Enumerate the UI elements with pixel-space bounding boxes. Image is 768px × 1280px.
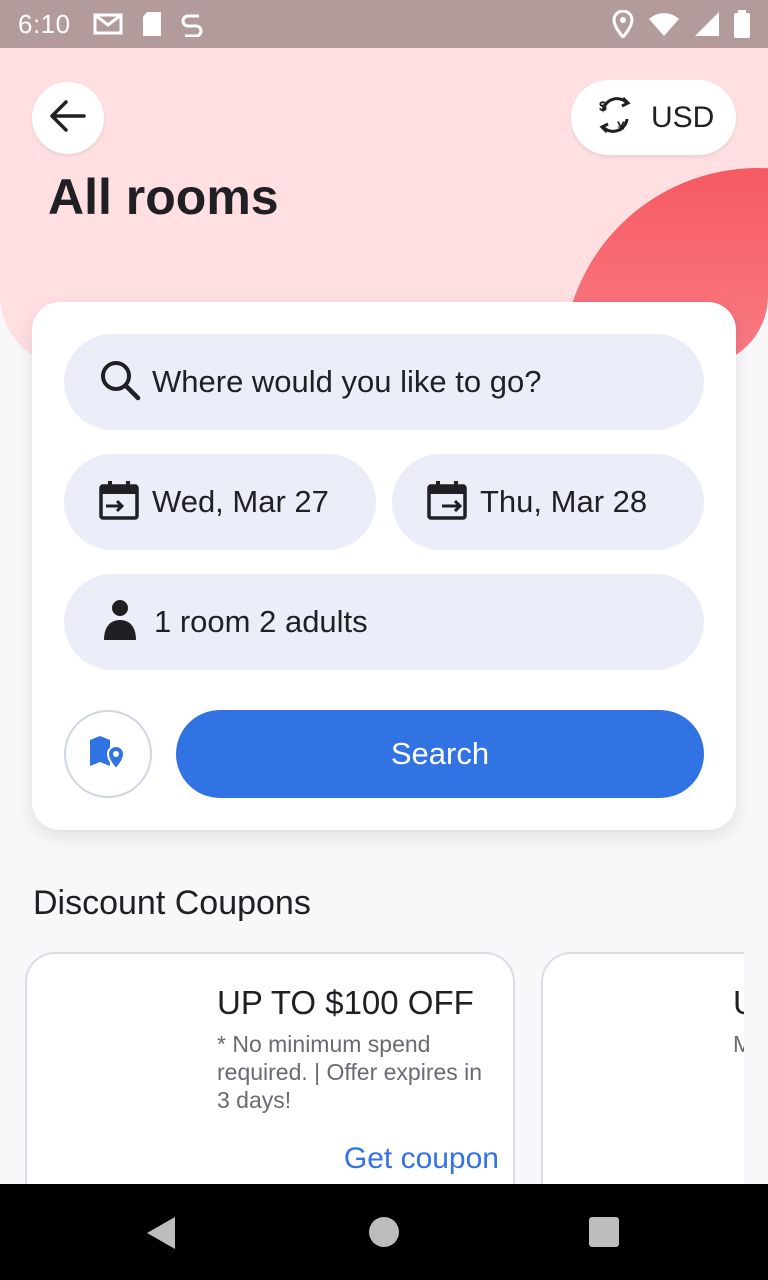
currency-exchange-icon: $ ¥ bbox=[595, 95, 635, 140]
back-button[interactable] bbox=[32, 82, 104, 154]
search-card: Where would you like to go? Wed, Mar 27 … bbox=[32, 302, 736, 830]
coupon-description: * No minimum spend required. | Offer exp… bbox=[217, 1031, 483, 1113]
checkout-date-field[interactable]: Thu, Mar 28 bbox=[392, 454, 704, 550]
coupon-title: UP TO $100 OFF bbox=[217, 984, 474, 1021]
calendar-checkin-icon bbox=[98, 479, 140, 526]
checkout-date: Thu, Mar 28 bbox=[480, 484, 648, 519]
coupon-carousel[interactable]: UP TO $100 OFF * No minimum spend requir… bbox=[0, 950, 744, 1184]
currency-label: USD bbox=[651, 100, 715, 134]
nav-home-button[interactable] bbox=[369, 1217, 399, 1247]
destination-field[interactable]: Where would you like to go? bbox=[64, 334, 704, 430]
checkin-date-field[interactable]: Wed, Mar 27 bbox=[64, 454, 376, 550]
wifi-icon bbox=[648, 11, 680, 37]
guests-summary: 1 room 2 adults bbox=[154, 604, 368, 639]
destination-placeholder: Where would you like to go? bbox=[152, 364, 542, 399]
coupon-card[interactable]: UP TO $100 OFF * No minimum spend requir… bbox=[25, 952, 515, 1184]
status-right-icons bbox=[612, 10, 750, 38]
page-title: All rooms bbox=[48, 169, 279, 225]
signal-icon bbox=[694, 11, 720, 37]
calendar-checkout-icon bbox=[426, 479, 468, 526]
section-title-coupons: Discount Coupons bbox=[33, 884, 311, 922]
coupon-description: M e bbox=[733, 1031, 744, 1057]
person-icon bbox=[102, 599, 138, 646]
status-left-icons bbox=[93, 11, 203, 37]
status-bar: 6:10 bbox=[0, 0, 768, 48]
map-pin-icon bbox=[88, 732, 128, 777]
coupon-card[interactable]: U M e bbox=[541, 952, 744, 1184]
coupon-title: U bbox=[733, 984, 744, 1022]
get-coupon-link[interactable]: Get coupon bbox=[344, 1142, 499, 1176]
nav-back-button[interactable] bbox=[146, 1216, 176, 1255]
search-button[interactable]: Search bbox=[176, 710, 704, 798]
arrow-left-icon bbox=[48, 96, 88, 141]
currency-selector[interactable]: $ ¥ USD bbox=[571, 80, 736, 155]
sd-card-icon bbox=[141, 11, 163, 37]
checkin-date: Wed, Mar 27 bbox=[152, 484, 329, 519]
status-time: 6:10 bbox=[18, 8, 71, 39]
svg-text:$: $ bbox=[599, 98, 607, 114]
system-nav-bar bbox=[0, 1184, 768, 1280]
gmail-icon bbox=[93, 12, 123, 36]
map-view-button[interactable] bbox=[64, 710, 152, 798]
nav-recents-button[interactable] bbox=[589, 1217, 619, 1247]
search-icon bbox=[98, 358, 142, 407]
battery-icon bbox=[734, 10, 750, 38]
svg-text:¥: ¥ bbox=[617, 118, 625, 134]
guests-field[interactable]: 1 room 2 adults bbox=[64, 574, 704, 670]
location-icon bbox=[612, 10, 634, 38]
sync-icon bbox=[181, 11, 203, 37]
